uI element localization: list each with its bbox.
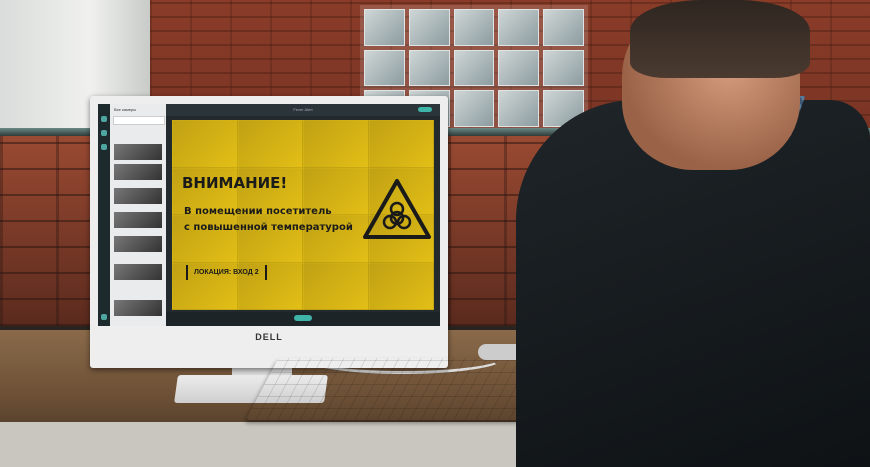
surveillance-app: Все камеры Fever Alert ВНИМАНИЕ! В помещ… — [98, 104, 440, 326]
bottom-action-button[interactable] — [294, 315, 312, 321]
alert-location: ЛОКАЦИЯ: ВХОД 2 — [186, 265, 267, 280]
settings-icon[interactable] — [101, 314, 107, 320]
alert-message-line1: В помещении посетитель — [184, 206, 332, 217]
app-nav-rail — [98, 104, 110, 326]
person-hair — [630, 0, 810, 78]
camera-thumbnail[interactable] — [114, 264, 162, 280]
camera-thumbnail[interactable] — [114, 164, 162, 180]
app-title: Fever Alert — [293, 107, 313, 112]
alert-message-line2: с повышенной температурой — [184, 222, 353, 233]
camera-thumbnail[interactable] — [114, 188, 162, 204]
camera-thumbnail[interactable] — [114, 212, 162, 228]
camera-thumbnail[interactable] — [114, 236, 162, 252]
app-topbar: Fever Alert — [166, 104, 440, 116]
alert-icon[interactable] — [101, 144, 107, 150]
list-icon[interactable] — [101, 130, 107, 136]
office-scene: DELL Все камеры Fever Alert ВНИМАНИЕ! В … — [0, 0, 870, 467]
camera-icon[interactable] — [101, 116, 107, 122]
keyboard — [245, 358, 554, 420]
camera-thumbnail[interactable] — [114, 300, 162, 316]
topbar-button[interactable] — [418, 107, 432, 112]
biohazard-icon — [363, 179, 431, 239]
camera-thumbnail[interactable] — [114, 144, 162, 160]
fever-alert-panel: ВНИМАНИЕ! В помещении посетитель с повыш… — [172, 120, 434, 310]
search-input[interactable] — [113, 116, 165, 125]
app-main: Fever Alert ВНИМАНИЕ! В помещении посети… — [166, 104, 440, 326]
dell-logo: DELL — [255, 332, 283, 342]
sidebar-title: Все камеры — [114, 107, 137, 112]
alert-heading: ВНИМАНИЕ! — [182, 174, 288, 192]
camera-sidebar: Все камеры — [110, 104, 166, 326]
app-bottombar — [166, 312, 440, 326]
